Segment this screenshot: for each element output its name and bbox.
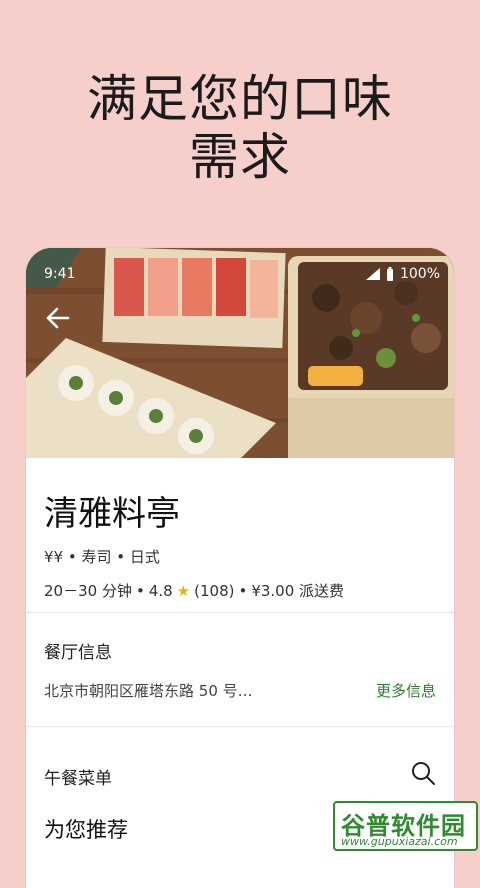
watermark-bottom: www.gupuxiazai.com xyxy=(341,835,458,848)
search-icon xyxy=(412,762,435,785)
recommended-title: 为您推荐 xyxy=(44,818,128,842)
restaurant-name: 清雅料亭 xyxy=(44,494,180,534)
delivery-time: 20－30 分钟 xyxy=(44,582,132,600)
divider xyxy=(26,726,454,727)
battery-icon xyxy=(386,267,393,281)
headline-line-2: 需求 xyxy=(189,128,291,186)
battery-percent: 100% xyxy=(399,266,440,282)
restaurant-stats: 20－30 分钟 • 4.8 ★ (108) • ¥3.00 派送费 xyxy=(44,580,344,601)
restaurant-address: 北京市朝阳区雁塔东路 50 号… xyxy=(44,682,253,700)
divider xyxy=(26,612,454,613)
review-count: (108) xyxy=(194,581,235,600)
arrow-left-icon xyxy=(46,307,70,329)
delivery-fee: ¥3.00 派送费 xyxy=(251,582,345,600)
back-button[interactable] xyxy=(44,304,72,332)
separator-dot: • xyxy=(238,581,248,600)
headline-line-1: 满足您的口味 xyxy=(87,70,393,128)
more-info-link[interactable]: 更多信息 xyxy=(376,680,436,701)
watermark-logo: 谷普软件园 www.gupuxiazai.com xyxy=(333,801,478,851)
status-right: 100% xyxy=(365,266,440,282)
separator-dot: • xyxy=(135,581,145,600)
phone-screen: 9:41 100% 清雅料亭 ¥¥ • 寿司 • 日式 20－30 分钟 • 4… xyxy=(26,248,454,888)
search-button[interactable] xyxy=(410,760,436,786)
star-icon: ★ xyxy=(176,581,191,600)
hero-food-image: 9:41 100% xyxy=(26,248,454,458)
signal-icon xyxy=(365,268,380,280)
marketing-headline: 满足您的口味 需求 xyxy=(0,70,480,186)
menu-header: 午餐菜单 xyxy=(44,769,112,789)
status-time: 9:41 xyxy=(44,266,76,282)
info-header: 餐厅信息 xyxy=(44,643,112,663)
rating-value: 4.8 xyxy=(148,581,173,600)
status-bar: 9:41 100% xyxy=(26,248,454,282)
restaurant-categories: ¥¥ • 寿司 • 日式 xyxy=(44,548,160,566)
